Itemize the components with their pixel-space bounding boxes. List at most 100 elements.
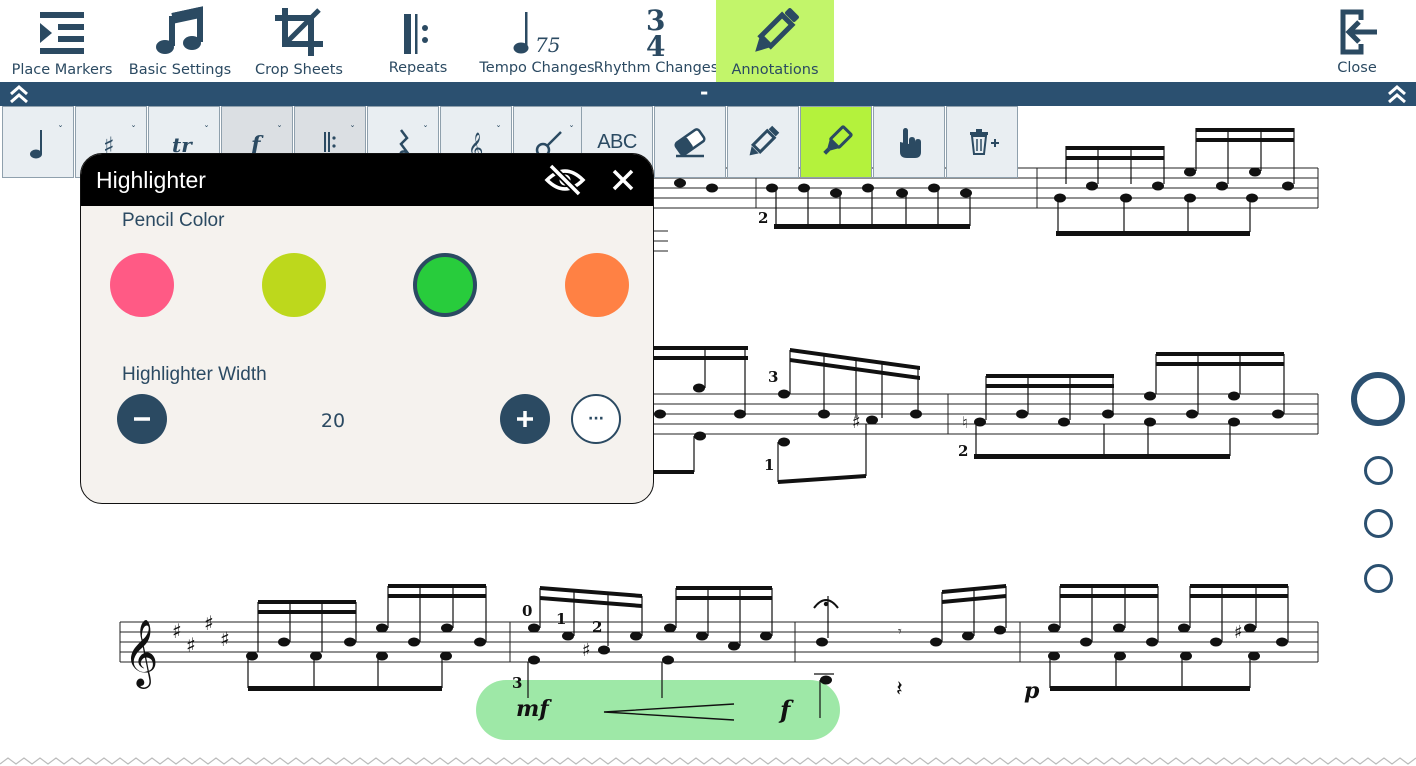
- svg-text:♯: ♯: [852, 412, 861, 433]
- trash-plus-icon: [970, 129, 999, 155]
- toolbar-label: Rhythm Changes: [593, 60, 719, 76]
- page-indicator[interactable]: [1364, 509, 1393, 538]
- collapse-handle[interactable]: -: [700, 80, 708, 104]
- fingering: 1: [556, 610, 566, 628]
- collapse-right-icon[interactable]: [1386, 83, 1408, 105]
- pencil-tool[interactable]: [727, 106, 799, 178]
- crop-sheets-button[interactable]: Crop Sheets: [250, 0, 348, 82]
- toolbar-label: Basic Settings: [128, 62, 232, 78]
- svg-text:♯: ♯: [1234, 622, 1243, 643]
- panel-header: Highlighter: [81, 154, 653, 206]
- page-edge: [0, 757, 1416, 765]
- svg-text:𝄽: 𝄽: [896, 677, 903, 702]
- app-window: 2 ♯ ♮ 3 1 2 𝄞 ♯ ♯ ♯ ♯ ♯ 0 1 2 3 𝄾 𝄽 ♯ mf…: [0, 0, 1416, 766]
- tempo-icon: 75: [513, 12, 560, 57]
- text-tool-label: ABC: [597, 130, 637, 153]
- page-indicator-large[interactable]: [1351, 372, 1405, 426]
- staff-system-3: [119, 621, 1319, 663]
- color-swatch-green[interactable]: [413, 253, 477, 317]
- highlighter-icon: [823, 125, 853, 155]
- color-swatch-orange[interactable]: [565, 253, 629, 317]
- dynamic-mark: mf: [516, 696, 552, 722]
- tempo-changes-button[interactable]: 75 Tempo Changes: [478, 0, 596, 82]
- basic-settings-button[interactable]: Basic Settings: [128, 0, 232, 82]
- ellipsis-icon: ···: [588, 411, 604, 427]
- close-button[interactable]: Close: [1320, 0, 1394, 82]
- fingering: 2: [758, 209, 768, 227]
- collapse-left-icon[interactable]: [8, 83, 30, 105]
- eraser-icon: [674, 128, 706, 158]
- notes-system-2: ♯ ♮ 3 1 2: [654, 346, 1285, 484]
- fingering: 2: [958, 442, 968, 460]
- rhythm-changes-button[interactable]: 3 4 Rhythm Changes: [593, 0, 719, 82]
- chevron-down-icon: ˇ: [350, 125, 355, 136]
- page-indicator[interactable]: [1364, 456, 1393, 485]
- color-swatch-pink[interactable]: [110, 253, 174, 317]
- chevron-down-icon: ˇ: [131, 125, 136, 136]
- chevron-down-icon: ˇ: [58, 125, 63, 136]
- page-indicator[interactable]: [1364, 564, 1393, 593]
- chevron-down-icon: ˇ: [277, 125, 282, 136]
- treble-clef: 𝄞: [124, 618, 158, 689]
- toolbar-label: Close: [1337, 60, 1377, 76]
- dynamic-mark: p: [1024, 678, 1040, 704]
- toolbar-label: Repeats: [388, 60, 448, 76]
- close-icon[interactable]: [609, 166, 637, 194]
- pointer-tool[interactable]: [873, 106, 945, 178]
- fingering: 3: [768, 368, 778, 386]
- increase-width-button[interactable]: [500, 394, 550, 444]
- time-signature-icon: 3 4: [646, 6, 665, 58]
- pencil-icon: [749, 125, 780, 156]
- svg-text:75: 75: [535, 33, 560, 57]
- crop-icon: [275, 8, 323, 56]
- decrease-width-button[interactable]: [117, 394, 167, 444]
- panel-title: Highlighter: [96, 166, 206, 193]
- highlighter-panel: Highlighter Pencil Color Highlighter Wid…: [80, 153, 654, 504]
- fingering: 0: [522, 602, 532, 620]
- quarter-note-icon: [30, 130, 42, 159]
- chevron-down-icon: ˇ: [496, 125, 501, 136]
- annotations-button[interactable]: Annotations: [716, 0, 834, 82]
- collapse-bar: -: [0, 80, 1416, 106]
- svg-text:♯: ♯: [220, 627, 230, 651]
- toolbar-label: Tempo Changes: [479, 60, 595, 76]
- hand-pointer-icon: [900, 128, 921, 158]
- eye-off-icon[interactable]: [543, 164, 587, 196]
- fingering: 2: [592, 618, 602, 636]
- fingering: 1: [764, 456, 774, 474]
- svg-text:♯: ♯: [186, 633, 196, 657]
- toolbar-label: Crop Sheets: [255, 62, 343, 78]
- place-markers-button[interactable]: Place Markers: [8, 0, 116, 82]
- chevron-down-icon: ˇ: [423, 125, 428, 136]
- staff-system-1: [652, 167, 1319, 252]
- chevron-down-icon: ˇ: [569, 125, 574, 136]
- repeats-button[interactable]: Repeats: [374, 0, 462, 82]
- repeat-sign-icon: [404, 14, 428, 54]
- eraser-tool[interactable]: [654, 106, 726, 178]
- toolbar-label: Annotations: [731, 62, 819, 78]
- width-value: 20: [320, 410, 346, 432]
- chevron-down-icon: ˇ: [204, 125, 209, 136]
- music-note-icon: [156, 6, 203, 54]
- minus-icon: [134, 417, 150, 421]
- width-label: Highlighter Width: [122, 364, 267, 385]
- plus-icon: [517, 411, 533, 427]
- highlighter-tool[interactable]: [800, 106, 872, 178]
- exit-icon: [1340, 9, 1377, 55]
- main-toolbar: Place Markers Basic Settings Crop Sheets: [0, 0, 1416, 82]
- color-swatch-lime[interactable]: [262, 253, 326, 317]
- toolbar-label: Place Markers: [11, 62, 113, 78]
- pencil-color-label: Pencil Color: [122, 210, 225, 231]
- more-options-button[interactable]: ···: [571, 394, 621, 444]
- note-tool[interactable]: ˇ: [2, 106, 74, 178]
- svg-text:♮: ♮: [962, 413, 968, 432]
- svg-text:♯: ♯: [204, 611, 214, 635]
- pencil-icon: [755, 8, 799, 52]
- svg-text:4: 4: [646, 30, 665, 58]
- place-markers-icon: [40, 12, 84, 54]
- svg-text:♯: ♯: [582, 640, 591, 661]
- fingering: 3: [512, 674, 522, 692]
- clear-all-tool[interactable]: [946, 106, 1018, 178]
- svg-text:𝄾: 𝄾: [898, 624, 902, 640]
- svg-text:♯: ♯: [172, 619, 182, 643]
